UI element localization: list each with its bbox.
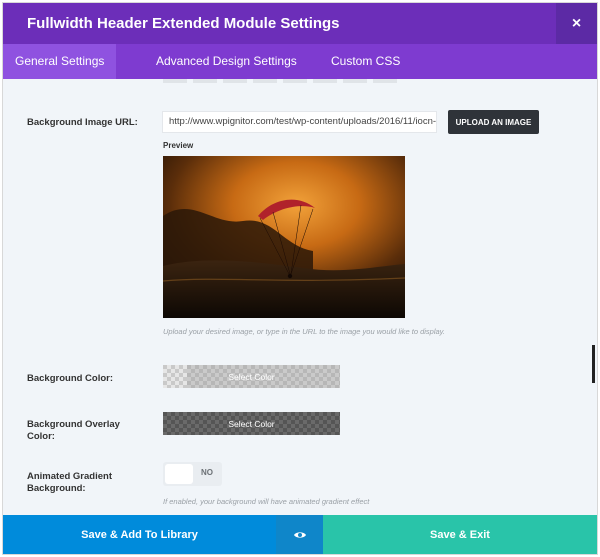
animated-gradient-label-line2: Background: <box>27 483 86 494</box>
toggle-value: NO <box>201 468 213 477</box>
bg-image-url-label: Background Image URL: <box>27 117 138 128</box>
paraglider-preview-image <box>163 156 405 318</box>
close-icon: × <box>571 14 582 32</box>
background-image-preview <box>163 156 405 318</box>
tab-advanced-design-settings[interactable]: Advanced Design Settings <box>144 44 309 79</box>
bg-color-picker[interactable]: Select Color <box>163 365 340 388</box>
select-color-text: Select Color <box>228 371 275 382</box>
save-exit-button[interactable]: Save & Exit <box>323 515 597 554</box>
preview-button[interactable] <box>276 515 323 554</box>
bg-color-label: Background Color: <box>27 373 114 384</box>
animated-gradient-toggle[interactable]: NO <box>163 462 222 486</box>
module-settings-modal: Fullwidth Header Extended Module Setting… <box>3 3 597 554</box>
scrolled-text-remnant <box>163 79 403 83</box>
close-button[interactable]: × <box>556 3 597 44</box>
tab-general-settings[interactable]: General Settings <box>3 44 117 79</box>
preview-label: Preview <box>163 141 194 150</box>
modal-footer: Save & Add To Library Save & Exit <box>3 515 597 554</box>
select-color-text: Select Color <box>228 418 275 429</box>
scrollbar-thumb[interactable] <box>592 345 595 383</box>
toggle-knob <box>165 464 193 484</box>
bg-overlay-label-line1: Background Overlay <box>27 419 120 430</box>
bg-overlay-color-picker[interactable]: Select Color <box>163 412 340 435</box>
upload-image-button[interactable]: UPLOAD AN IMAGE <box>448 110 539 134</box>
tab-custom-css[interactable]: Custom CSS <box>319 44 412 79</box>
modal-title: Fullwidth Header Extended Module Setting… <box>27 15 340 32</box>
save-add-to-library-button[interactable]: Save & Add To Library <box>3 515 276 554</box>
animated-gradient-hint: If enabled, your background will have an… <box>163 497 370 506</box>
settings-tabs: General Settings Advanced Design Setting… <box>3 44 597 79</box>
bg-image-hint: Upload your desired image, or type in th… <box>163 327 445 336</box>
animated-gradient-label-line1: Animated Gradient <box>27 471 112 482</box>
settings-content[interactable]: Background Image URL: http://www.wpignit… <box>3 79 597 515</box>
bg-image-url-input[interactable]: http://www.wpignitor.com/test/wp-content… <box>162 111 437 133</box>
eye-icon <box>293 531 306 538</box>
modal-header: Fullwidth Header Extended Module Setting… <box>3 3 597 44</box>
bg-overlay-label-line2: Color: <box>27 431 55 442</box>
